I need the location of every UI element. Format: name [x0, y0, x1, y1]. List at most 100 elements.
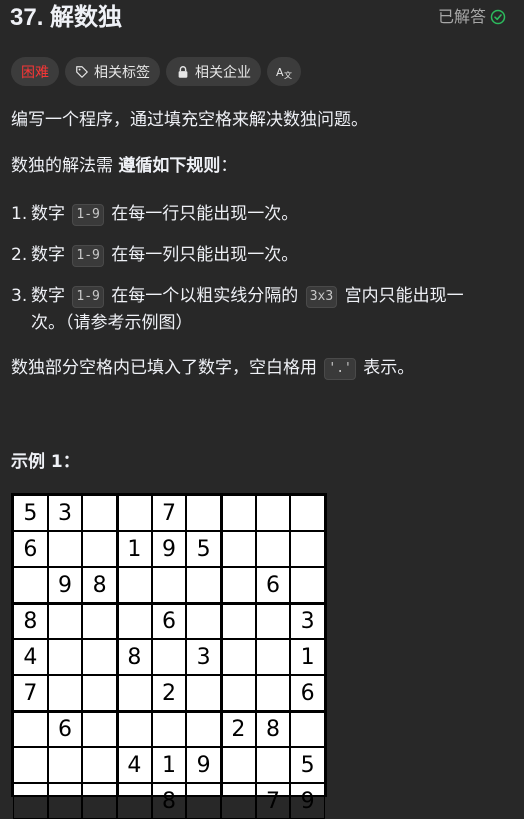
- sudoku-board: 537619598686348317266284195879: [11, 493, 327, 819]
- blank-note: 数独部分空格内已填入了数字，空白格用 '.' 表示。: [11, 356, 414, 380]
- sudoku-cell: 7: [151, 495, 187, 531]
- description-intro: 编写一个程序，通过填充空格来解决数独问题。: [11, 110, 368, 130]
- sudoku-cell: 8: [82, 567, 117, 603]
- sudoku-cell: 6: [290, 675, 325, 711]
- solved-label: 已解答: [437, 7, 486, 26]
- example-heading: 示例 1：: [11, 452, 80, 472]
- sudoku-cell: 8: [255, 711, 291, 747]
- sudoku-cell: 6: [13, 531, 48, 567]
- translate-icon: A 文: [276, 66, 292, 80]
- sudoku-cell: 1: [117, 531, 152, 567]
- rules-bold: 遵循如下规则: [118, 156, 221, 176]
- sudoku-cell: [186, 711, 221, 747]
- rule-number: 2.: [11, 245, 28, 265]
- sudoku-cell: [255, 639, 291, 675]
- related-tags-button[interactable]: 相关标签: [65, 57, 160, 86]
- box-divider-horizontal: [13, 601, 325, 605]
- rule-text-continued: 次。（请参考示例图）: [31, 313, 193, 333]
- sudoku-cell: [82, 639, 117, 675]
- sudoku-cell: [82, 783, 117, 819]
- sudoku-cell: [13, 783, 48, 819]
- sudoku-cell: [221, 495, 256, 531]
- blank-note-text: 数独部分空格内已填入了数字，空白格用: [11, 358, 323, 378]
- related-tags-label: 相关标签: [94, 64, 150, 81]
- sudoku-cell: [47, 675, 83, 711]
- sudoku-cell: [255, 531, 291, 567]
- sudoku-cell: [117, 495, 152, 531]
- related-companies-button[interactable]: 相关企业: [166, 57, 261, 86]
- box-divider-vertical: [219, 495, 223, 795]
- sudoku-cell: [117, 675, 152, 711]
- sudoku-cell: 2: [221, 711, 256, 747]
- sudoku-cell: [290, 711, 325, 747]
- rule-number: 1.: [11, 204, 28, 224]
- inline-code: 1-9: [72, 286, 104, 308]
- sudoku-cell: [186, 783, 221, 819]
- rules-intro: 数独的解法需 遵循如下规则：: [11, 154, 237, 178]
- sudoku-cell: [186, 675, 221, 711]
- rule-item-3: 3. 数字 1-9 在每一个以粗实线分隔的 3x3 宫内只能出现一 次。（请参考示…: [11, 283, 481, 337]
- sudoku-cell: [82, 603, 117, 639]
- sudoku-cell: 1: [290, 639, 325, 675]
- sudoku-cell: [117, 783, 152, 819]
- rules-suffix: ：: [220, 156, 238, 176]
- rule-text: 在每一列只能出现一次。: [105, 245, 299, 265]
- rule-item-2: 2. 数字 1-9 在每一列只能出现一次。: [11, 242, 298, 269]
- sudoku-cell: 3: [186, 639, 221, 675]
- sudoku-cell: [290, 495, 325, 531]
- sudoku-cell: [82, 675, 117, 711]
- rule-text: 在每一行只能出现一次。: [105, 204, 299, 224]
- sudoku-cell: [221, 567, 256, 603]
- sudoku-cell: 3: [47, 495, 83, 531]
- difficulty-badge[interactable]: 困难: [11, 57, 59, 86]
- rule-text: 数字: [31, 204, 71, 224]
- sudoku-cell: 2: [151, 675, 187, 711]
- sudoku-cell: [151, 711, 187, 747]
- sudoku-cell: [255, 495, 291, 531]
- rules-prefix: 数独的解法需: [11, 156, 119, 176]
- rule-text: 宫内只能出现一: [339, 286, 464, 306]
- box-divider-horizontal: [13, 709, 325, 713]
- sudoku-cell: [82, 711, 117, 747]
- sudoku-cell: [221, 531, 256, 567]
- sudoku-cell: [186, 567, 221, 603]
- sudoku-cell: [221, 783, 256, 819]
- sudoku-cell: [117, 711, 152, 747]
- difficulty-label: 困难: [21, 64, 49, 81]
- tag-row: 困难 相关标签 相关企业 A 文: [11, 57, 301, 86]
- lock-icon: [178, 65, 188, 78]
- rule-item-1: 1. 数字 1-9 在每一行只能出现一次。: [11, 201, 298, 228]
- sudoku-cell: 3: [290, 603, 325, 639]
- inline-code: 1-9: [72, 245, 104, 267]
- sudoku-cell: [117, 567, 152, 603]
- blank-note-text: 表示。: [357, 358, 415, 378]
- sudoku-cell: 9: [47, 567, 83, 603]
- sudoku-cell: 4: [13, 639, 48, 675]
- sudoku-cell: [47, 603, 83, 639]
- translate-button[interactable]: A 文: [267, 57, 301, 86]
- sudoku-cell: [290, 531, 325, 567]
- solved-status: 已解答: [438, 7, 506, 27]
- sudoku-cell: [186, 603, 221, 639]
- sudoku-cell: [255, 603, 291, 639]
- sudoku-cell: 6: [151, 603, 187, 639]
- rule-text: 数字: [31, 245, 71, 265]
- sudoku-cell: [47, 531, 83, 567]
- sudoku-cell: [290, 567, 325, 603]
- sudoku-cell: 9: [151, 531, 187, 567]
- check-circle-icon: [490, 9, 506, 25]
- svg-text:文: 文: [284, 70, 292, 80]
- rule-number: 3.: [11, 286, 28, 306]
- sudoku-cell: [151, 639, 187, 675]
- problem-title: 37. 解数独: [10, 4, 123, 31]
- sudoku-cell: [47, 639, 83, 675]
- related-companies-label: 相关企业: [195, 64, 251, 81]
- sudoku-cell: 5: [13, 495, 48, 531]
- sudoku-cell: [151, 567, 187, 603]
- svg-text:A: A: [276, 66, 284, 79]
- sudoku-cell: [82, 495, 117, 531]
- sudoku-cell: [221, 639, 256, 675]
- sudoku-cell: 9: [290, 783, 325, 819]
- sudoku-cell: 8: [117, 639, 152, 675]
- sudoku-cell: 8: [151, 783, 187, 819]
